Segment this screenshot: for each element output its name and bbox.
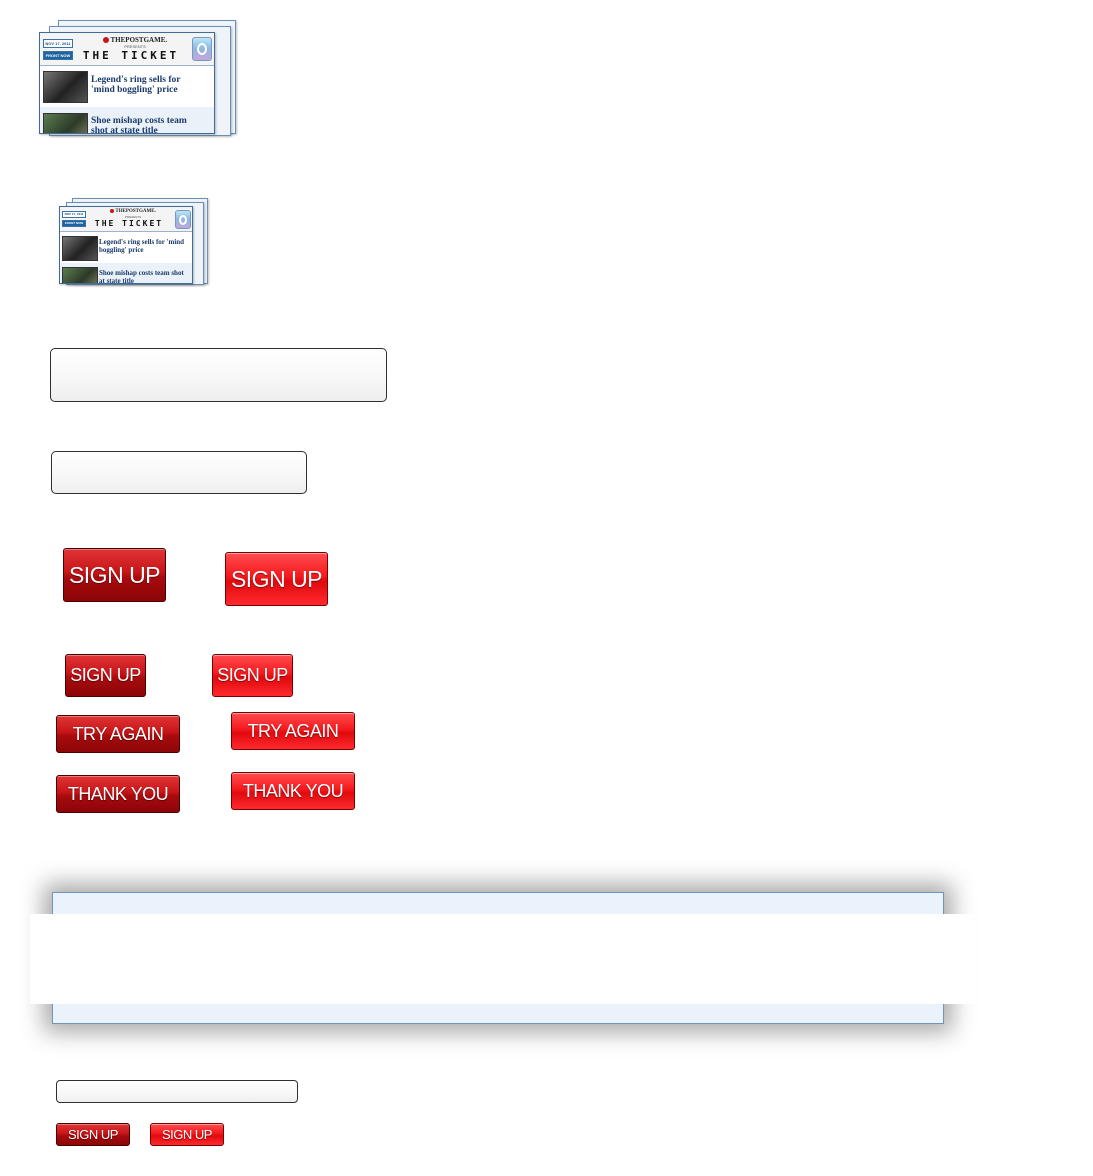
- try-again-button-hover[interactable]: TRY AGAIN: [231, 712, 355, 750]
- headline-1: Legend's ring sells for 'mind boggling' …: [99, 238, 185, 254]
- headline-2: Shoe mishap costs team shot at state tit…: [99, 269, 184, 284]
- newsletter-badge-icon: [192, 37, 212, 61]
- sign-up-button-small-hover[interactable]: SIGN UP: [150, 1123, 224, 1146]
- headline-photo: [43, 71, 88, 103]
- email-field-medium[interactable]: [51, 451, 307, 494]
- try-again-button[interactable]: TRY AGAIN: [56, 715, 180, 753]
- thank-you-button[interactable]: THANK YOU: [56, 775, 180, 813]
- newsletter-date: NOV 17, 2011: [62, 211, 86, 218]
- sign-up-button-small[interactable]: SIGN UP: [56, 1123, 130, 1146]
- newsletter-title: THE TICKET: [94, 219, 164, 228]
- email-field-small[interactable]: [56, 1080, 298, 1103]
- newsletter-front-sheet: NOV 17, 2011 FRONT NOW THEPOSTGAME. PRES…: [59, 206, 193, 284]
- brand-logo-icon: [110, 209, 115, 213]
- email-field-large[interactable]: [50, 348, 387, 402]
- newsletter-title: THE TICKET: [82, 49, 180, 62]
- headline-photo: [62, 236, 98, 261]
- newsletter-brand: THEPOSTGAME.: [98, 209, 168, 214]
- headline-photo: [62, 267, 98, 283]
- newsletter-brand: THEPOSTGAME.: [90, 36, 180, 44]
- newsletter-front-label: FRONT NOW: [62, 220, 86, 227]
- brand-logo-icon: [102, 37, 109, 44]
- sign-up-button-large-hover[interactable]: SIGN UP: [225, 552, 328, 606]
- headline-1: Legend's ring sells for 'mind boggling' …: [91, 75, 181, 96]
- headline-2: Shoe mishap costs team shot at state tit…: [91, 116, 187, 134]
- newsletter-front-sheet: NOV 17, 2011 FRONT NOW THEPOSTGAME. PRES…: [39, 32, 215, 134]
- thank-you-button-hover[interactable]: THANK YOU: [231, 772, 355, 810]
- newsletter-front-label: FRONT NOW: [43, 51, 73, 60]
- sign-up-button-large[interactable]: SIGN UP: [63, 548, 166, 602]
- newsletter-badge-icon: [175, 210, 191, 229]
- newsletter-thumbnail-large: NOV 17, 2011 FRONT NOW THEPOSTGAME. PRES…: [30, 18, 245, 136]
- panel-content-band: [30, 914, 975, 1004]
- sign-up-button-medium[interactable]: SIGN UP: [65, 654, 146, 697]
- headline-photo: [43, 113, 88, 133]
- newsletter-date: NOV 17, 2011: [43, 39, 73, 48]
- sign-up-button-medium-hover[interactable]: SIGN UP: [212, 654, 293, 697]
- newsletter-thumbnail-small: NOV 17, 2011 FRONT NOW THEPOSTGAME. PRES…: [52, 196, 216, 286]
